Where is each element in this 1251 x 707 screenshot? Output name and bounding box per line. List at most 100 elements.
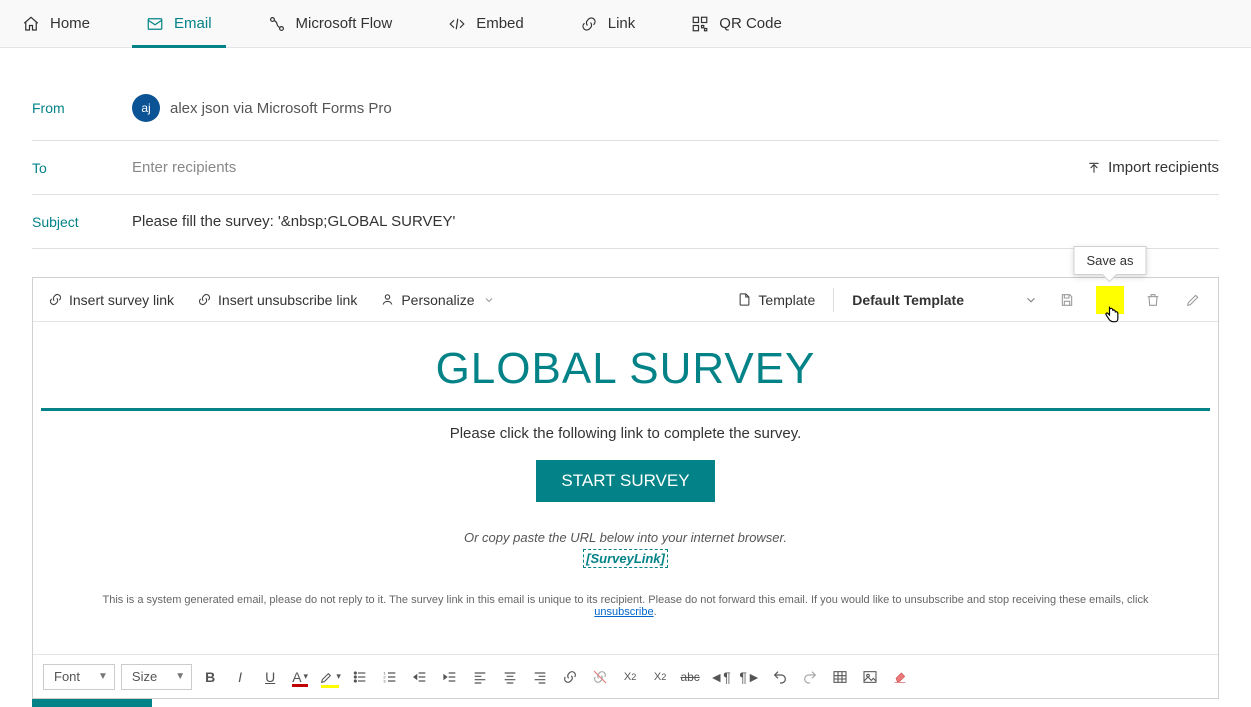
save-as-button[interactable]: Save as — [1096, 286, 1124, 314]
strikethrough-button[interactable]: abc — [678, 665, 702, 689]
indent-button[interactable] — [438, 665, 462, 689]
start-survey-button[interactable]: START SURVEY — [536, 460, 714, 502]
divider — [41, 408, 1210, 411]
chevron-down-icon: ▼ — [98, 671, 108, 682]
email-form-content: From aj alex json via Microsoft Forms Pr… — [0, 48, 1251, 699]
insert-survey-link-label: Insert survey link — [69, 292, 174, 308]
image-button[interactable] — [858, 665, 882, 689]
person-icon — [379, 292, 395, 308]
tab-home[interactable]: Home — [8, 0, 104, 48]
survey-link-placeholder[interactable]: [SurveyLink] — [583, 549, 668, 568]
share-tabbar: Home Email Microsoft Flow Embed Link QR … — [0, 0, 1251, 48]
align-right-button[interactable] — [528, 665, 552, 689]
undo-button[interactable] — [768, 665, 792, 689]
personalize-label: Personalize — [401, 292, 474, 308]
chevron-down-icon — [481, 292, 497, 308]
redo-button[interactable] — [798, 665, 822, 689]
remove-link-button[interactable] — [588, 665, 612, 689]
separator — [833, 288, 834, 312]
import-recipients-label: Import recipients — [1108, 159, 1219, 176]
link-icon — [580, 15, 598, 33]
tab-home-label: Home — [50, 15, 90, 32]
flow-icon — [268, 15, 286, 33]
insert-survey-link-button[interactable]: Insert survey link — [47, 292, 174, 308]
tab-link-label: Link — [608, 15, 636, 32]
file-icon — [737, 292, 752, 307]
unsubscribe-link[interactable]: unsubscribe — [594, 606, 653, 618]
template-dropdown[interactable]: Default Template — [852, 292, 1038, 308]
personalize-button[interactable]: Personalize — [379, 292, 496, 308]
size-select[interactable]: Size ▼ — [121, 664, 192, 690]
editor: Insert survey link Insert unsubscribe li… — [32, 277, 1219, 699]
survey-title: GLOBAL SURVEY — [33, 344, 1218, 408]
tab-link[interactable]: Link — [566, 0, 650, 48]
tab-qr[interactable]: QR Code — [677, 0, 796, 48]
link-icon — [196, 292, 212, 308]
size-select-label: Size — [132, 669, 157, 684]
save-as-tooltip: Save as — [1074, 246, 1147, 275]
email-icon — [146, 15, 164, 33]
bold-button[interactable]: B — [198, 665, 222, 689]
ltr-button[interactable]: ◄¶ — [708, 665, 732, 689]
superscript-button[interactable]: X2 — [618, 665, 642, 689]
align-center-button[interactable] — [498, 665, 522, 689]
from-label: From — [32, 100, 132, 116]
delete-button[interactable] — [1142, 289, 1164, 311]
embed-icon — [448, 15, 466, 33]
subject-label: Subject — [32, 214, 132, 230]
chevron-down-icon: ▼ — [175, 671, 185, 682]
tab-qr-label: QR Code — [719, 15, 782, 32]
template-label-group: Template — [737, 292, 815, 308]
qr-icon — [691, 15, 709, 33]
tab-flow[interactable]: Microsoft Flow — [254, 0, 407, 48]
editor-toolbar: Insert survey link Insert unsubscribe li… — [33, 278, 1218, 322]
disclaimer-post: . — [654, 606, 657, 618]
highlight-button[interactable]: ▾ — [318, 665, 342, 689]
tab-email-label: Email — [174, 15, 212, 32]
template-selected: Default Template — [852, 292, 964, 308]
copy-url-text: Or copy paste the URL below into your in… — [33, 530, 1218, 545]
outdent-button[interactable] — [408, 665, 432, 689]
to-row: To Import recipients — [32, 141, 1219, 195]
disclaimer-pre: This is a system generated email, please… — [103, 594, 1149, 606]
home-icon — [22, 15, 40, 33]
tab-flow-label: Microsoft Flow — [296, 15, 393, 32]
save-button[interactable] — [1056, 289, 1078, 311]
font-color-button[interactable]: A▾ — [288, 665, 312, 689]
avatar: aj — [132, 94, 160, 122]
font-select[interactable]: Font ▼ — [43, 664, 115, 690]
align-left-button[interactable] — [468, 665, 492, 689]
from-text: alex json via Microsoft Forms Pro — [170, 100, 392, 117]
to-label: To — [32, 160, 132, 176]
link-icon — [47, 292, 63, 308]
tab-embed-label: Embed — [476, 15, 524, 32]
font-select-label: Font — [54, 669, 80, 684]
tab-email[interactable]: Email — [132, 0, 226, 48]
email-body[interactable]: GLOBAL SURVEY Please click the following… — [33, 322, 1218, 654]
disclaimer: This is a system generated email, please… — [33, 594, 1218, 642]
edit-button[interactable] — [1182, 289, 1204, 311]
clear-format-button[interactable] — [888, 665, 912, 689]
subscript-button[interactable]: X2 — [648, 665, 672, 689]
number-list-button[interactable]: 123 — [378, 665, 402, 689]
chevron-down-icon — [1024, 293, 1038, 307]
insert-link-button[interactable] — [558, 665, 582, 689]
import-recipients-button[interactable]: Import recipients — [1086, 159, 1219, 176]
recipients-input[interactable] — [132, 159, 1086, 176]
rtl-button[interactable]: ¶► — [738, 665, 762, 689]
import-icon — [1086, 160, 1102, 176]
insert-unsubscribe-link-label: Insert unsubscribe link — [218, 292, 357, 308]
format-toolbar: Font ▼ Size ▼ B I U A▾ ▾ 123 X2 X2 abc — [33, 654, 1218, 698]
insert-unsubscribe-link-button[interactable]: Insert unsubscribe link — [196, 292, 357, 308]
survey-instruction: Please click the following link to compl… — [33, 425, 1218, 442]
underline-button[interactable]: U — [258, 665, 282, 689]
tab-embed[interactable]: Embed — [434, 0, 538, 48]
table-button[interactable] — [828, 665, 852, 689]
italic-button[interactable]: I — [228, 665, 252, 689]
svg-text:3: 3 — [383, 678, 386, 683]
bullet-list-button[interactable] — [348, 665, 372, 689]
subject-row: Subject Please fill the survey: '&nbsp;G… — [32, 195, 1219, 249]
subject-value[interactable]: Please fill the survey: '&nbsp;GLOBAL SU… — [132, 213, 455, 230]
template-label: Template — [758, 292, 815, 308]
progress-indicator — [32, 699, 152, 707]
